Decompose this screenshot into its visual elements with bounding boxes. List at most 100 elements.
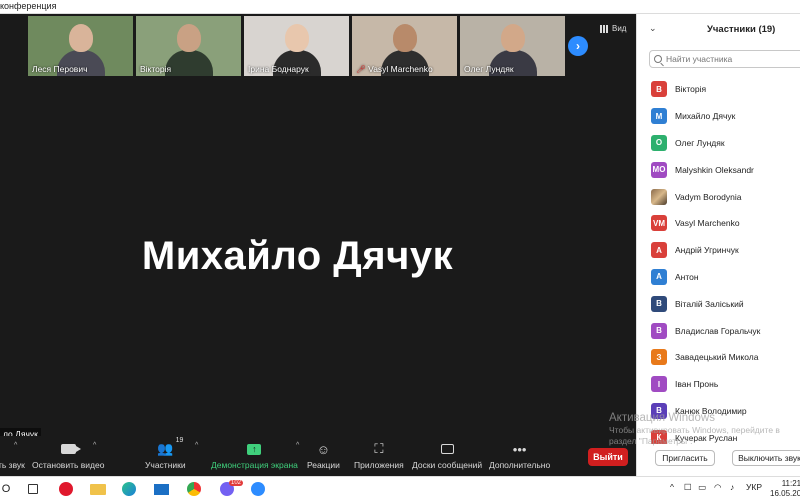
participant-row[interactable]: В Віталій Заліський xyxy=(651,290,800,317)
next-page-button[interactable]: › xyxy=(568,36,588,56)
windows-taskbar: O 102 ^ ☐ ▭ ◠ ♪ УКР 11:21 16.05.20 xyxy=(0,476,800,500)
participant-name: Vadym Borodynia xyxy=(675,191,742,202)
view-button[interactable]: Вид xyxy=(600,24,626,33)
thumbnail-name-label: Леся Перович xyxy=(32,64,88,74)
whiteboard-icon xyxy=(440,444,454,454)
opera-icon[interactable] xyxy=(58,481,74,497)
viber-icon[interactable]: 102 xyxy=(217,480,244,497)
reactions-button[interactable]: ☺ Реакции xyxy=(307,440,340,471)
participant-row[interactable]: VM Vasyl Marchenko xyxy=(651,210,800,237)
avatar: В xyxy=(651,81,667,98)
mail-icon[interactable] xyxy=(153,481,169,497)
thumbnail-name: Vasyl Marchenko xyxy=(368,64,433,74)
participant-row[interactable]: І Іван Пронь xyxy=(651,371,800,398)
video-options-caret[interactable]: ^ xyxy=(93,442,96,449)
video-thumbnail-strip: Леся Перович Вікторія Ірина Боднарук 🎤︎ Vasy… xyxy=(28,16,568,78)
audio-button-label: ть звук xyxy=(0,460,25,470)
participants-button[interactable]: 👥 19 Участники xyxy=(145,437,186,470)
video-thumbnail[interactable]: 🎤︎ Vasyl Marchenko xyxy=(352,16,457,76)
thumbnail-name-label: 🎤︎ Vasyl Marchenko xyxy=(356,64,433,74)
network-icon[interactable]: ☐ xyxy=(684,482,692,493)
watermark-line2: Чтобы активировать Windows, перейдите в xyxy=(609,425,780,435)
chevron-down-icon[interactable]: ⌄ xyxy=(649,23,657,34)
video-thumbnail[interactable]: Ірина Боднарук xyxy=(244,16,349,76)
wifi-icon[interactable]: ◠ xyxy=(714,482,721,493)
participant-name: Вікторія xyxy=(675,84,707,95)
participant-row[interactable]: В Вікторія xyxy=(651,76,800,103)
video-person-head xyxy=(392,24,417,52)
video-person-head xyxy=(68,24,93,52)
edge-icon[interactable] xyxy=(121,481,137,497)
participant-name: Олег Лундяк xyxy=(675,137,725,148)
leave-button[interactable]: Выйти xyxy=(588,448,628,466)
participant-name: Віталій Заліський xyxy=(675,298,744,309)
participants-options-caret[interactable]: ^ xyxy=(195,442,198,449)
share-screen-icon: ↑ xyxy=(247,443,262,455)
whiteboards-button[interactable]: Доски сообщений xyxy=(412,440,482,470)
thumbnail-name-label: Ірина Боднарук xyxy=(248,64,309,74)
share-options-caret[interactable]: ^ xyxy=(296,442,299,449)
thumbnail-name-label: Вікторія xyxy=(140,64,171,74)
window-title: конференция xyxy=(0,1,57,11)
system-clock[interactable]: 11:21 16.05.20 xyxy=(770,479,800,499)
panel-header: ⌄ Участники (19) xyxy=(637,14,800,44)
tray-expand-icon[interactable]: ^ xyxy=(670,482,674,492)
participant-row[interactable]: А Андрій Угринчук xyxy=(651,237,800,264)
apps-icon: ⛶ xyxy=(374,441,384,456)
chrome-icon[interactable] xyxy=(186,481,202,497)
search-circle-icon[interactable]: O xyxy=(0,481,12,497)
audio-options-caret[interactable]: ^ xyxy=(14,442,17,449)
participant-row[interactable]: МО Malyshkin Oleksandr xyxy=(651,156,800,183)
participant-row[interactable]: А Антон xyxy=(651,264,800,291)
windows-activation-watermark: Активация Windows Чтобы активировать Win… xyxy=(609,412,780,446)
video-thumbnail[interactable]: Олег Лундяк xyxy=(460,16,565,76)
watermark-line3: раздел "Параметры". xyxy=(609,436,693,446)
grid-view-icon xyxy=(600,24,609,33)
zoom-icon[interactable] xyxy=(250,481,266,497)
video-thumbnail[interactable]: Вікторія xyxy=(136,16,241,76)
avatar: VM xyxy=(651,215,667,232)
share-screen-button[interactable]: ↑ Демонстрация экрана xyxy=(211,440,298,470)
video-person-head xyxy=(284,24,309,52)
chevron-right-icon: › xyxy=(576,39,580,53)
video-person-head xyxy=(500,24,525,52)
file-explorer-icon[interactable] xyxy=(90,481,106,497)
window-titlebar: конференция xyxy=(0,0,800,14)
task-view-icon[interactable] xyxy=(27,481,39,497)
participant-name: Владислав Горальчук xyxy=(675,325,761,336)
video-thumbnail[interactable]: Леся Перович xyxy=(28,16,133,76)
watermark-line1: Активация Windows xyxy=(609,412,715,424)
view-button-label: Вид xyxy=(612,24,627,33)
more-button[interactable]: ••• Дополнительно xyxy=(489,440,550,471)
camera-icon xyxy=(60,444,81,454)
participants-button-label: Участники xyxy=(145,460,186,470)
participant-search[interactable] xyxy=(649,50,800,68)
invite-button[interactable]: Пригласить xyxy=(655,450,715,466)
volume-icon[interactable]: ♪ xyxy=(730,482,734,492)
active-speaker-name: Михайло Дячук xyxy=(141,234,454,278)
participant-name: Іван Пронь xyxy=(675,379,719,390)
participant-row[interactable]: Vadym Borodynia xyxy=(651,183,800,210)
participant-row[interactable]: М Михайло Дячук xyxy=(651,103,800,130)
input-language[interactable]: УКР xyxy=(746,482,762,492)
avatar: О xyxy=(651,134,667,151)
thumbnail-name-label: Олег Лундяк xyxy=(464,64,514,74)
participant-row[interactable]: В Владислав Горальчук xyxy=(651,317,800,344)
panel-footer: Пригласить Выключить звук xyxy=(637,444,800,476)
mute-all-button[interactable]: Выключить звук xyxy=(732,450,800,466)
participant-row[interactable]: З Завадецький Микола xyxy=(651,344,800,371)
participant-row[interactable]: О Олег Лундяк xyxy=(651,130,800,157)
participant-name: Антон xyxy=(675,271,699,282)
participant-name: Андрій Угринчук xyxy=(675,245,739,256)
participant-name: Malyshkin Oleksandr xyxy=(675,164,754,175)
more-icon: ••• xyxy=(512,441,527,457)
avatar: А xyxy=(651,268,667,285)
participants-count: 19 xyxy=(175,437,184,444)
battery-icon[interactable]: ▭ xyxy=(698,482,706,493)
thumbnail-name: Олег Лундяк xyxy=(464,64,514,74)
audio-button[interactable]: ть звук xyxy=(0,440,25,470)
participant-search-input[interactable] xyxy=(666,54,796,64)
thumbnail-name: Леся Перович xyxy=(32,64,88,74)
apps-button[interactable]: ⛶ Приложения xyxy=(354,440,404,470)
share-screen-label: Демонстрация экрана xyxy=(211,460,298,470)
